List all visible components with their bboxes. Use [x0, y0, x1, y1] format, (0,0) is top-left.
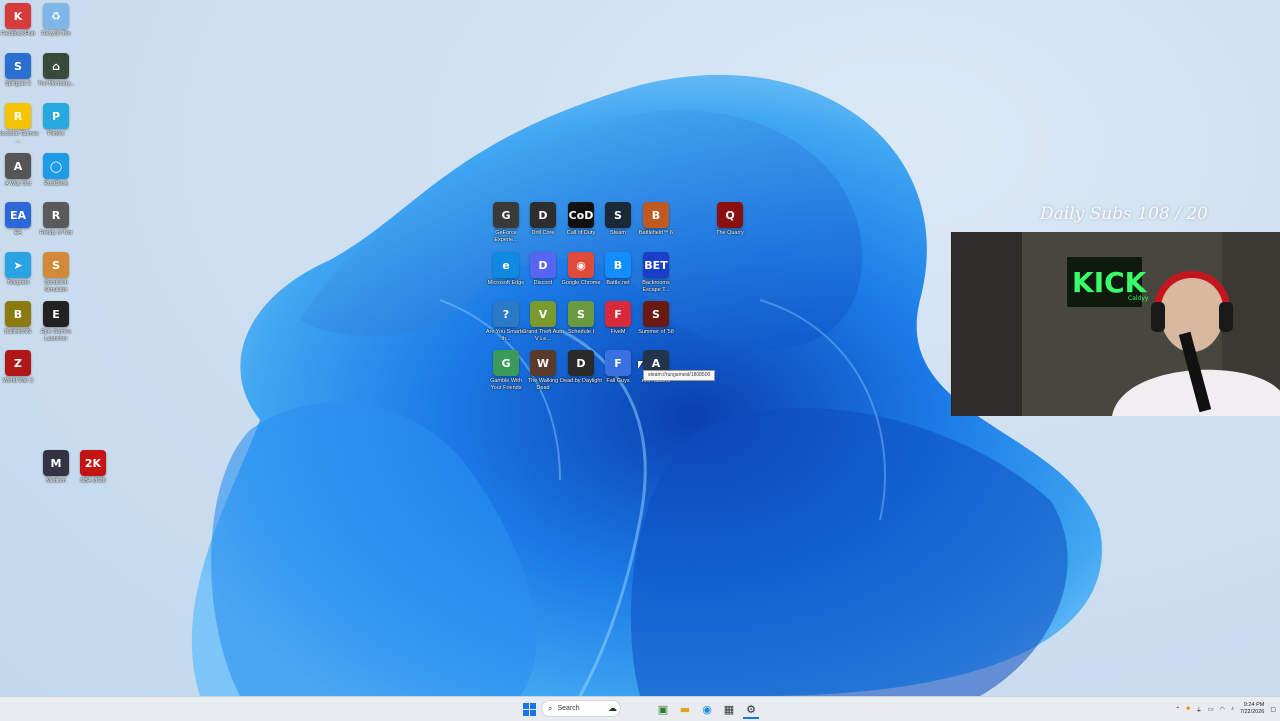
- desktop-icon-label: The Mortuary...: [37, 81, 75, 87]
- desktop-icon-recycle-bin[interactable]: ♻ Recycle Bin: [34, 3, 78, 38]
- windows-logo-icon: [522, 702, 536, 716]
- start-button[interactable]: [521, 701, 537, 717]
- taskbar-search[interactable]: ⌕ Search ☁: [541, 700, 621, 717]
- parsec-icon: P: [43, 103, 69, 129]
- desktop-icon-label: NBA 2K26: [80, 478, 106, 484]
- microsoft-edge-icon: e: [493, 252, 519, 278]
- chevron-up-icon[interactable]: ⌃: [1175, 706, 1180, 713]
- search-highlight-icon: ☁: [608, 703, 617, 713]
- battlefield-6-icon: B: [643, 202, 669, 228]
- mouse-cursor: [638, 361, 643, 369]
- clock-time: 9:24 PM: [1243, 702, 1265, 708]
- webcam-feed: KICK Caldyy: [951, 232, 1280, 416]
- fall-guys-icon: F: [605, 350, 631, 376]
- network-icon[interactable]: ▭: [1208, 706, 1214, 713]
- are-you-smarter-th-icon: ?: [493, 301, 519, 327]
- summer-of-58-icon: S: [643, 301, 669, 327]
- telegram-icon: ➤: [5, 252, 31, 278]
- grand-theft-auto-v-le-icon: V: [530, 301, 556, 327]
- file-explorer-icon[interactable]: ▬: [677, 701, 693, 717]
- ready-or-not-icon: R: [43, 202, 69, 228]
- recycle-bin-icon: ♻: [43, 3, 69, 29]
- gamble-with-your-friends-icon: G: [493, 350, 519, 376]
- schedule-i-icon: S: [568, 301, 594, 327]
- volume-icon[interactable]: ♪: [1231, 706, 1234, 712]
- daily-subs-overlay: Daily Subs 108 / 20: [1040, 204, 1208, 224]
- usb-icon[interactable]: ⏚: [1196, 705, 1202, 714]
- kick-handle: Caldyy: [1128, 295, 1149, 302]
- desktop-icon-nba-2k26[interactable]: 2K NBA 2K26: [71, 450, 115, 485]
- desktop-icon-label: Recycle Bin: [41, 31, 71, 37]
- desktop-icon-ready-or-not[interactable]: R Ready or Not: [34, 202, 78, 237]
- desktop-icon-label: Sandwich Simulator: [44, 280, 68, 293]
- feedbackhub-icon: K: [5, 3, 31, 29]
- notifications-icon[interactable]: ▢: [1270, 706, 1276, 713]
- desktop-icon-label: World War Z: [2, 378, 34, 384]
- desktop-icon-rustdesk[interactable]: ◯ RustDesk: [34, 153, 78, 188]
- desktop-icon-label: Backrooms Escape T...: [642, 280, 670, 293]
- clock[interactable]: 9:24 PM 7/22/2026: [1240, 702, 1264, 716]
- desktop-icon-label: Ready or Not: [39, 230, 73, 236]
- desktop-icon-label: Parsec: [47, 131, 65, 137]
- webcam-scene: KICK Caldyy: [952, 232, 1280, 416]
- wifi-icon[interactable]: ◠: [1220, 706, 1225, 713]
- the-mortuary-icon: ⌂: [43, 53, 69, 79]
- sandwich-simulator-icon: S: [43, 252, 69, 278]
- call-of-duty-icon: CoD: [568, 202, 594, 228]
- icon-tooltip: steam://rungameid/1808500: [643, 370, 716, 381]
- desktop-icon-epic-games-launcher[interactable]: E Epic Games Launcher: [34, 301, 78, 342]
- search-label: Search: [557, 705, 580, 712]
- google-chrome-icon: ◉: [568, 252, 594, 278]
- steam-taskbar-icon[interactable]: ⚙: [743, 701, 759, 719]
- system-tray: ⌃ ■ ⏚ ▭ ◠ ♪ 9:24 PM 7/22/2026 ▢: [1175, 697, 1276, 721]
- desktop-icon-label: Summer of '58: [638, 329, 674, 335]
- desktop-icon-parsec[interactable]: P Parsec: [34, 103, 78, 138]
- desktop-icon-sandwich-simulator[interactable]: S Sandwich Simulator: [34, 252, 78, 293]
- xbox-app-icon[interactable]: ▣: [655, 701, 671, 717]
- taskbar: ⌕ Search ☁ ▣ ▬ ◉ ▦ ⚙ ⌃ ■ ⏚ ▭ ◠ ♪ 9:24 PM…: [0, 696, 1280, 721]
- world-war-z-icon: Z: [5, 350, 31, 376]
- nba-2k26-icon: 2K: [80, 450, 106, 476]
- geforce-experie-icon: G: [493, 202, 519, 228]
- dead-by-daylight-icon: D: [568, 350, 594, 376]
- battle-net-icon: B: [605, 252, 631, 278]
- ballisticng-icon: B: [5, 301, 31, 327]
- drill-core-icon: D: [530, 202, 556, 228]
- the-quarry-icon: Q: [717, 202, 743, 228]
- desktop-icon-label: Battlefield™ 6: [638, 230, 674, 236]
- desktop-icon-the-quarry[interactable]: Q The Quarry: [708, 202, 752, 237]
- desktop-icon-backrooms-escape-t[interactable]: BET Backrooms Escape T...: [634, 252, 678, 293]
- desktop-icon-the-mortuary[interactable]: ⌂ The Mortuary...: [34, 53, 78, 88]
- desktop-icon-label: The Quarry: [716, 230, 744, 236]
- splitgate-2-icon: S: [5, 53, 31, 79]
- discord-icon: D: [530, 252, 556, 278]
- edge-icon[interactable]: ◉: [699, 701, 715, 717]
- desktop-icon-label: RustDesk: [44, 181, 68, 187]
- the-walking-dead-icon: W: [530, 350, 556, 376]
- search-icon: ⌕: [548, 703, 553, 713]
- medium-icon: M: [43, 450, 69, 476]
- rockstar-games-icon: R: [5, 103, 31, 129]
- epic-games-launcher-icon: E: [43, 301, 69, 327]
- fivem-icon: F: [605, 301, 631, 327]
- store-icon[interactable]: ▦: [721, 701, 737, 717]
- desktop-icon-world-war-z[interactable]: Z World War Z: [0, 350, 40, 385]
- desktop-icon-summer-of-58[interactable]: S Summer of '58: [634, 301, 678, 336]
- backrooms-escape-t-icon: BET: [643, 252, 669, 278]
- tray-app-icon[interactable]: ■: [1186, 706, 1190, 712]
- desktop-icon-label: Epic Games Launcher: [41, 329, 71, 342]
- clock-date: 7/22/2026: [1239, 709, 1265, 715]
- ea-icon: EA: [5, 202, 31, 228]
- desktop-icon-battlefield-6[interactable]: B Battlefield™ 6: [634, 202, 678, 237]
- rustdesk-icon: ◯: [43, 153, 69, 179]
- steam-icon: S: [605, 202, 631, 228]
- a-way-out-icon: A: [5, 153, 31, 179]
